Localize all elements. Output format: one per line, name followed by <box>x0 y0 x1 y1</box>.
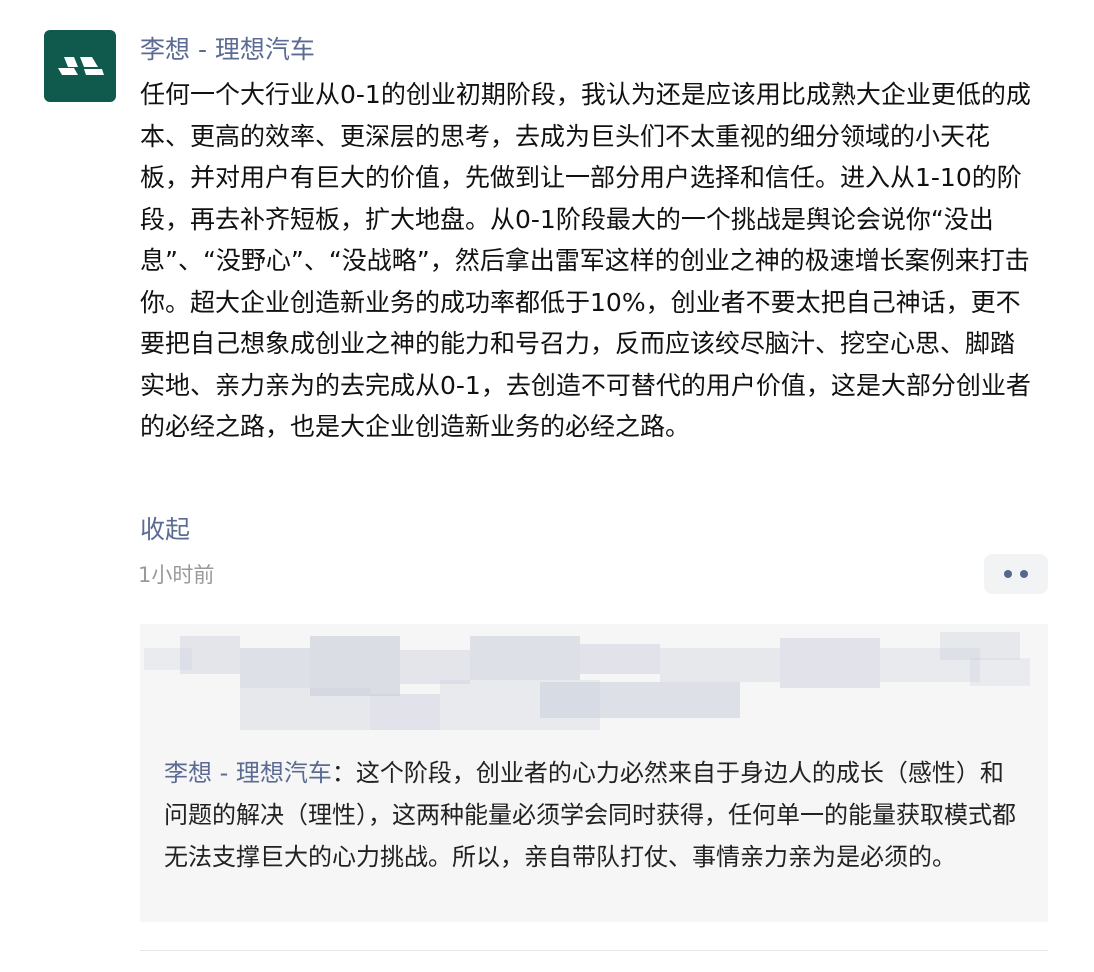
comments-section: 李想 - 理想汽车：这个阶段，创业者的心力必然来自于身边人的成长（感性）和问题的… <box>140 624 1048 922</box>
comment-author-name[interactable]: 李想 - 理想汽车 <box>164 759 332 787</box>
post-author-name[interactable]: 李想 - 理想汽车 <box>140 30 1050 74</box>
post-content: 任何一个大行业从0-1的创业初期阶段，我认为还是应该用比成熟大企业更低的成本、更… <box>140 80 1031 441</box>
blurred-likes-row <box>140 624 1048 742</box>
divider <box>140 950 1048 951</box>
li-auto-logo-icon <box>58 57 104 75</box>
more-dots-icon <box>1020 570 1028 578</box>
more-dots-icon <box>1004 570 1012 578</box>
comment-separator: ： <box>331 759 356 787</box>
collapse-link[interactable]: 收起 <box>140 510 190 550</box>
avatar[interactable] <box>44 30 116 102</box>
comment-item: 李想 - 理想汽车：这个阶段，创业者的心力必然来自于身边人的成长（感性）和问题的… <box>164 752 1024 878</box>
post-timestamp: 1小时前 <box>138 563 215 587</box>
post: 李想 - 理想汽车 任何一个大行业从0-1的创业初期阶段，我认为还是应该用比成熟… <box>138 30 1050 594</box>
more-button[interactable] <box>984 554 1048 594</box>
